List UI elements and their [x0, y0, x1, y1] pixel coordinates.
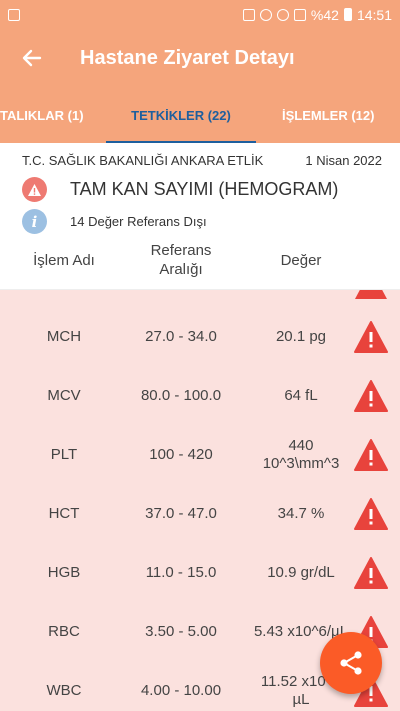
info-icon: i — [22, 209, 47, 234]
result-row[interactable]: HGB 11.0 - 15.0 10.9 gr/dL — [0, 544, 400, 602]
visit-date: 1 Nisan 2022 — [305, 153, 382, 168]
app-bar: Hastane Ziyaret Detayı — [0, 29, 400, 87]
gallery-icon — [8, 8, 20, 21]
result-reference-range: 3.50 - 5.00 — [145, 623, 217, 640]
test-title-row: TAM KAN SAYIMI (HEMOGRAM) — [22, 177, 338, 202]
share-icon — [340, 651, 362, 675]
result-name: WBC — [46, 682, 82, 699]
status-bar: %42 14:51 — [0, 0, 400, 29]
info-row: i 14 Değer Referans Dışı — [22, 209, 207, 234]
warning-icon — [354, 321, 388, 353]
clock: 14:51 — [356, 6, 392, 23]
test-summary-card: T.C. SAĞLIK BAKANLIĞI ANKARA ETLİK 1 Nis… — [0, 143, 400, 290]
result-value: 34.7 % — [277, 505, 325, 522]
result-name: MCH — [46, 328, 82, 345]
tab-taliklar[interactable]: TALIKLAR (1) — [0, 87, 84, 143]
result-reference-range: 4.00 - 10.00 — [140, 682, 222, 699]
battery-icon — [343, 8, 352, 21]
out-of-range-summary: 14 Değer Referans Dışı — [70, 214, 207, 229]
result-reference-range: 100 - 420 — [149, 446, 213, 463]
warning-icon — [354, 439, 388, 471]
signal-icon — [293, 8, 306, 21]
result-value: 10.9 gr/dL — [267, 564, 335, 581]
result-row[interactable]: HCT 37.0 - 47.0 34.7 % — [0, 485, 400, 543]
column-header-value: Değer — [280, 251, 322, 269]
result-value: 64 fL — [284, 387, 318, 404]
result-reference-range: 11.0 - 15.0 — [145, 564, 217, 581]
page-title: Hastane Ziyaret Detayı — [80, 46, 295, 69]
result-name: RBC — [48, 623, 80, 640]
warning-icon — [355, 290, 387, 299]
share-button[interactable] — [320, 632, 382, 694]
institution-line: T.C. SAĞLIK BAKANLIĞI ANKARA ETLİK 1 Nis… — [22, 153, 382, 168]
back-button[interactable] — [0, 29, 64, 87]
tab-islemler[interactable]: İŞLEMLER (12) — [282, 87, 374, 143]
result-value: 20.1 pg — [275, 328, 327, 345]
result-name: HGB — [47, 564, 81, 581]
warning-icon — [354, 498, 388, 530]
result-name: HCT — [48, 505, 80, 522]
column-header-reference: Referans Aralığı — [150, 242, 212, 278]
result-row[interactable]: PLT 100 - 420 440 10^3\mm^3 — [0, 426, 400, 484]
result-value: 440 10^3\mm^3 — [262, 437, 340, 472]
warning-icon — [22, 177, 47, 202]
column-headers: İşlem Adı Referans Aralığı Değer — [0, 236, 400, 286]
lock-icon — [242, 8, 255, 21]
column-header-name: İşlem Adı — [33, 251, 95, 269]
institution-name: T.C. SAĞLIK BAKANLIĞI ANKARA ETLİK — [22, 153, 264, 168]
wifi-icon — [276, 8, 289, 21]
battery-percent: %42 — [310, 6, 339, 23]
test-name: TAM KAN SAYIMI (HEMOGRAM) — [70, 179, 339, 199]
result-reference-range: 37.0 - 47.0 — [145, 505, 217, 522]
result-reference-range: 80.0 - 100.0 — [140, 387, 222, 404]
warning-icon — [354, 380, 388, 412]
back-arrow-icon — [22, 49, 42, 67]
result-name: MCV — [47, 387, 81, 404]
result-name: PLT — [50, 446, 78, 463]
result-reference-range: 27.0 - 34.0 — [145, 328, 217, 345]
warning-icon — [354, 557, 388, 589]
tab-bar: TALIKLAR (1) TETKİKLER (22) İŞLEMLER (12… — [0, 87, 400, 143]
tab-tetkikler[interactable]: TETKİKLER (22) — [106, 87, 256, 143]
result-row[interactable]: MCV 80.0 - 100.0 64 fL — [0, 367, 400, 425]
result-row[interactable]: MCH 27.0 - 34.0 20.1 pg — [0, 308, 400, 366]
alarm-icon — [259, 8, 272, 21]
